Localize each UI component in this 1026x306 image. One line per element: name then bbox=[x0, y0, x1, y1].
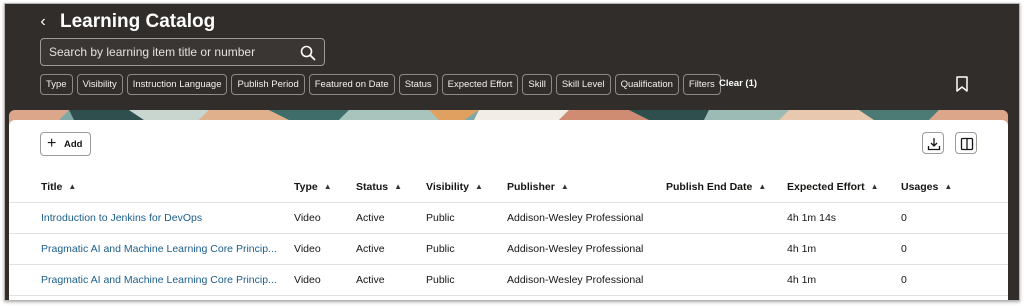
sort-icon[interactable]: ▲︎ bbox=[758, 172, 766, 202]
filter-chip-status[interactable]: Status bbox=[398, 74, 438, 95]
sort-icon[interactable]: ▲︎ bbox=[561, 172, 569, 202]
add-button[interactable]: + Add bbox=[40, 132, 91, 156]
column-header-label: Publisher bbox=[507, 181, 555, 193]
export-button[interactable] bbox=[922, 132, 944, 154]
column-header-label: Usages bbox=[901, 181, 939, 193]
sort-icon[interactable]: ▲︎ bbox=[871, 172, 879, 202]
cell-type: Video bbox=[294, 243, 321, 255]
cell-visibility: Public bbox=[426, 212, 455, 224]
filter-chip-featured-on-date[interactable]: Featured on Date bbox=[308, 74, 395, 95]
column-header-label: Status bbox=[356, 181, 389, 193]
column-header-label: Publish End Date bbox=[666, 181, 753, 193]
column-header-label: Visibility bbox=[426, 181, 469, 193]
filter-chip-expected-effort[interactable]: Expected Effort bbox=[441, 74, 519, 95]
column-header-publisher[interactable]: Publisher ▲︎ bbox=[507, 172, 569, 202]
table-row[interactable]: Pragmatic AI and Machine Learning Core P… bbox=[9, 234, 1008, 265]
column-header-status[interactable]: Status ▲︎ bbox=[356, 172, 402, 202]
search-field[interactable] bbox=[40, 38, 325, 66]
sort-icon[interactable]: ▲︎ bbox=[394, 172, 402, 202]
clear-filters-link[interactable]: Clear (1) bbox=[719, 78, 757, 89]
cell-publisher: Addison-Wesley Professional bbox=[507, 243, 644, 255]
cell-publisher: Addison-Wesley Professional bbox=[507, 274, 644, 286]
cell-type: Video bbox=[294, 274, 321, 286]
catalog-panel: + Add Title ▲︎ Type ▲︎ Status ▲︎ Visibility… bbox=[9, 120, 1008, 300]
cell-publisher: Addison-Wesley Professional bbox=[507, 212, 644, 224]
cell-status: Active bbox=[356, 243, 385, 255]
cell-status: Active bbox=[356, 212, 385, 224]
filter-chip-visibility[interactable]: Visibility bbox=[76, 74, 123, 95]
cell-expected-effort: 4h 1m bbox=[787, 243, 817, 255]
sort-icon[interactable]: ▲︎ bbox=[475, 172, 483, 202]
page-title: Learning Catalog bbox=[60, 11, 216, 32]
cell-type: Video bbox=[294, 212, 321, 224]
filter-chip-bar: Type Visibility Instruction Language Pub… bbox=[40, 74, 721, 96]
column-header-label: Type bbox=[294, 181, 318, 193]
cell-usages: 0 bbox=[901, 243, 907, 255]
filter-chip-instruction-language[interactable]: Instruction Language bbox=[126, 74, 228, 95]
bookmark-icon[interactable] bbox=[955, 76, 969, 92]
cell-visibility: Public bbox=[426, 274, 455, 286]
download-icon bbox=[927, 138, 941, 151]
app-window: ‹ Learning Catalog Type Visibility Instr… bbox=[4, 3, 1020, 301]
column-header-publish-end-date[interactable]: Publish End Date ▲︎ bbox=[666, 172, 766, 202]
column-header-label: Expected Effort bbox=[787, 181, 865, 193]
column-header-expected-effort[interactable]: Expected Effort ▲︎ bbox=[787, 172, 879, 202]
back-icon[interactable]: ‹ bbox=[36, 11, 50, 33]
cell-expected-effort: 4h 1m 14s bbox=[787, 212, 837, 224]
filter-chip-skill-level[interactable]: Skill Level bbox=[555, 74, 611, 95]
sort-icon[interactable]: ▲︎ bbox=[324, 172, 332, 202]
filter-chip-publish-period[interactable]: Publish Period bbox=[231, 74, 305, 95]
table-header-row: Title ▲︎ Type ▲︎ Status ▲︎ Visibility ▲︎ Pub… bbox=[9, 172, 1008, 203]
add-button-label: Add bbox=[64, 139, 83, 150]
columns-button[interactable] bbox=[955, 132, 977, 154]
item-title-link[interactable]: Introduction to Jenkins for DevOps bbox=[41, 203, 286, 233]
column-header-usages[interactable]: Usages ▲︎ bbox=[901, 172, 952, 202]
filter-chip-type[interactable]: Type bbox=[40, 74, 73, 95]
cell-usages: 0 bbox=[901, 274, 907, 286]
column-header-visibility[interactable]: Visibility ▲︎ bbox=[426, 172, 483, 202]
column-header-label: Title bbox=[41, 181, 63, 193]
plus-icon: + bbox=[47, 135, 57, 152]
item-title-link[interactable]: Pragmatic AI and Machine Learning Core P… bbox=[41, 265, 286, 295]
column-header-type[interactable]: Type ▲︎ bbox=[294, 172, 332, 202]
filter-chip-qualification[interactable]: Qualification bbox=[614, 74, 679, 95]
search-icon[interactable] bbox=[300, 45, 316, 61]
search-input[interactable] bbox=[49, 39, 299, 65]
sort-icon[interactable]: ▲︎ bbox=[68, 172, 76, 202]
cell-status: Active bbox=[356, 274, 385, 286]
sort-icon[interactable]: ▲︎ bbox=[944, 172, 952, 202]
item-title-link[interactable]: Pragmatic AI and Machine Learning Core P… bbox=[41, 234, 286, 264]
cell-visibility: Public bbox=[426, 243, 455, 255]
column-header-title[interactable]: Title ▲︎ bbox=[41, 172, 76, 202]
cell-usages: 0 bbox=[901, 212, 907, 224]
cell-expected-effort: 4h 1m bbox=[787, 274, 817, 286]
table-row[interactable]: Pragmatic AI and Machine Learning Core P… bbox=[9, 265, 1008, 296]
table-row[interactable]: Introduction to Jenkins for DevOps Video… bbox=[9, 203, 1008, 234]
catalog-table: Title ▲︎ Type ▲︎ Status ▲︎ Visibility ▲︎ Pub… bbox=[9, 172, 1008, 296]
filter-chip-skill[interactable]: Skill bbox=[522, 74, 552, 95]
filter-chip-filters[interactable]: Filters bbox=[682, 74, 721, 95]
columns-icon bbox=[960, 137, 974, 151]
